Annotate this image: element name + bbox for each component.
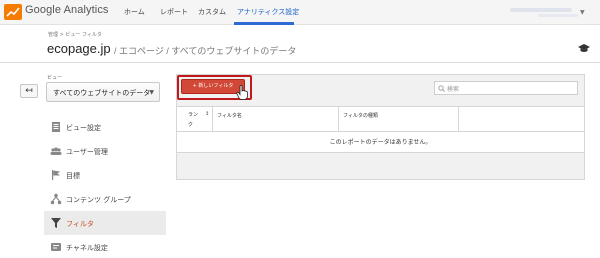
column-rank-label-b: ク <box>188 122 194 128</box>
breadcrumb: 管理 > ビュー フィルタ <box>48 32 102 38</box>
hand-cursor-icon <box>236 85 248 100</box>
sidebar-item-filters[interactable]: フィルタ <box>44 211 166 235</box>
view-label: ビュー <box>47 75 63 81</box>
analytics-logo-icon <box>4 4 22 20</box>
sidebar-item-user-management[interactable]: ユーザー管理 <box>44 139 166 163</box>
sidebar-item-label: ビュー設定 <box>66 124 101 132</box>
sidebar-item-label: 目標 <box>66 172 80 180</box>
column-filter-type-label: フィルタの種類 <box>343 113 378 119</box>
search-input[interactable]: 検索 <box>434 81 578 95</box>
table-header: ラン ↕ ク フィルタ名 フィルタの種類 <box>177 106 584 132</box>
nav-home[interactable]: ホーム <box>124 7 145 17</box>
nav-custom[interactable]: カスタム <box>198 7 226 17</box>
sidebar-item-label: コンテンツ グループ <box>66 196 131 204</box>
column-rank[interactable]: ラン ↕ ク <box>177 107 213 131</box>
document-icon <box>52 122 60 132</box>
sidebar-item-view-settings[interactable]: ビュー設定 <box>44 115 166 139</box>
search-icon <box>438 85 445 92</box>
top-bar: Google Analytics ホーム レポート カスタム アナリティクス設定… <box>0 0 600 25</box>
account-menu[interactable]: ▼ <box>486 7 586 17</box>
sidebar-item-goals[interactable]: 目標 <box>44 163 166 187</box>
column-filter-type[interactable]: フィルタの種類 <box>339 107 459 131</box>
filter-icon <box>51 218 61 228</box>
sort-arrow-icon: ↕ <box>205 111 210 117</box>
property-title[interactable]: ecopage.jp <box>47 41 111 56</box>
column-filter-name-label: フィルタ名 <box>217 113 242 119</box>
sidebar-item-label: フィルタ <box>66 220 94 228</box>
search-placeholder: 検索 <box>447 86 460 93</box>
column-filter-name[interactable]: フィルタ名 <box>213 107 339 131</box>
empty-table-row: このレポートのデータはありません。 <box>177 132 584 153</box>
flag-icon <box>52 170 60 180</box>
users-icon <box>50 147 62 155</box>
graduation-cap-icon[interactable] <box>578 44 590 54</box>
view-path[interactable]: / エコページ / すべてのウェブサイトのデータ <box>114 44 296 57</box>
sidebar-item-channel-settings[interactable]: チャネル設定 <box>44 235 166 258</box>
back-button[interactable]: ↤ <box>20 84 38 98</box>
sidebar-item-label: チャネル設定 <box>66 244 108 252</box>
sidebar-item-label: ユーザー管理 <box>66 148 108 156</box>
column-rank-label-a: ラン <box>188 112 199 118</box>
sidebar-item-content-grouping[interactable]: コンテンツ グループ <box>44 187 166 211</box>
app-brand: Google Analytics <box>25 4 109 16</box>
chevron-down-icon: ▼ <box>149 89 154 96</box>
content-group-icon <box>50 193 62 205</box>
view-selector[interactable]: すべてのウェブサイトのデータ ▼ <box>46 82 160 102</box>
channel-icon <box>51 243 61 251</box>
chevron-down-icon: ▼ <box>580 9 585 16</box>
nav-reports[interactable]: レポート <box>160 7 188 17</box>
view-selected-label: すべてのウェブサイトのデータ <box>53 89 151 97</box>
nav-admin[interactable]: アナリティクス設定 <box>237 7 299 17</box>
nav-active-indicator <box>234 22 294 25</box>
header-divider <box>0 62 600 63</box>
